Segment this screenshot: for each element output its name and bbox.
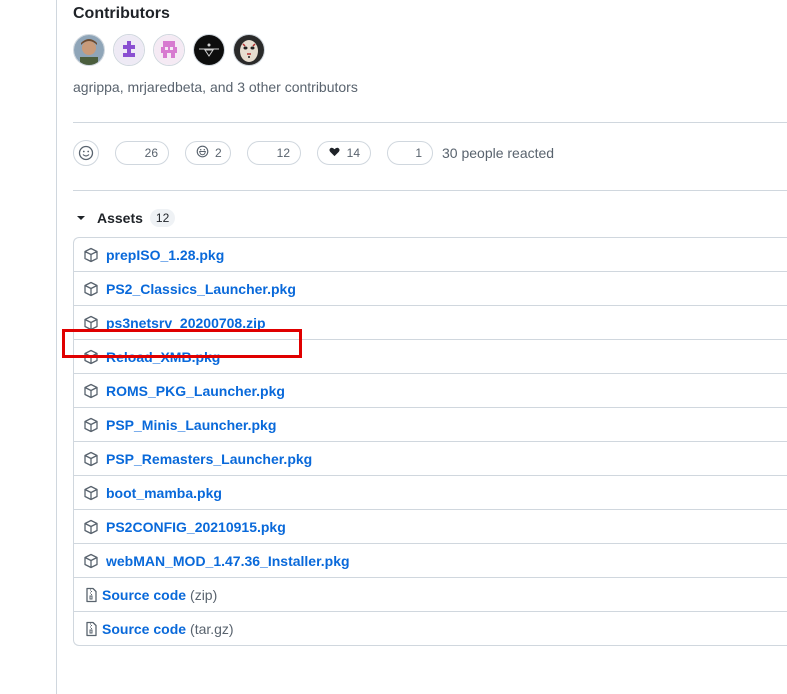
package-icon bbox=[83, 383, 99, 399]
reaction-thumbs-up-button[interactable]: 26 bbox=[115, 141, 169, 165]
smile-icon bbox=[196, 145, 209, 161]
section-divider bbox=[73, 190, 787, 191]
assets-list: prepISO_1.28.pkg PS2_Classics_Launcher.p… bbox=[73, 237, 787, 646]
source-format-targz: (tar.gz) bbox=[190, 620, 234, 637]
package-icon bbox=[83, 281, 99, 297]
file-zip-icon bbox=[83, 621, 99, 637]
asset-link[interactable]: ROMS_PKG_Launcher.pkg bbox=[106, 383, 285, 399]
source-code-targz-row[interactable]: Source code (tar.gz) bbox=[74, 611, 787, 645]
asset-row[interactable]: ps3netsrv_20200708.zip bbox=[74, 305, 787, 339]
smiley-icon bbox=[78, 145, 94, 161]
caret-down-icon bbox=[77, 216, 85, 220]
asset-link[interactable]: Reload_XMB.pkg bbox=[106, 349, 220, 365]
add-reaction-button[interactable] bbox=[73, 140, 99, 166]
release-content: Contributors agrippa, mrjaredbeta, and 3… bbox=[73, 0, 787, 646]
asset-link[interactable]: ps3netsrv_20200708.zip bbox=[106, 315, 266, 331]
avatar-mrjaredbeta[interactable] bbox=[113, 34, 145, 66]
asset-row[interactable]: prepISO_1.28.pkg bbox=[74, 238, 787, 271]
package-icon bbox=[83, 519, 99, 535]
asset-row[interactable]: PS2CONFIG_20210915.pkg bbox=[74, 509, 787, 543]
avatar-contributor-5[interactable] bbox=[233, 34, 265, 66]
reaction-count: 12 bbox=[276, 146, 290, 160]
assets-heading: Assets bbox=[97, 210, 143, 226]
asset-link[interactable]: PS2CONFIG_20210915.pkg bbox=[106, 519, 286, 535]
asset-row[interactable]: Reload_XMB.pkg bbox=[74, 339, 787, 373]
source-format-zip: (zip) bbox=[190, 586, 218, 603]
asset-row[interactable]: PS2_Classics_Launcher.pkg bbox=[74, 271, 787, 305]
asset-row[interactable]: webMAN_MOD_1.47.36_Installer.pkg bbox=[74, 543, 787, 577]
reaction-count: 1 bbox=[415, 146, 422, 160]
reactions-bar: 26 2 12 14 1 30 people reacted bbox=[73, 140, 787, 166]
reaction-rocket-button[interactable]: 1 bbox=[387, 141, 433, 165]
reaction-tada-button[interactable]: 12 bbox=[247, 141, 301, 165]
package-icon bbox=[83, 553, 99, 569]
source-code-link[interactable]: Source code bbox=[102, 587, 186, 603]
package-icon bbox=[83, 417, 99, 433]
asset-row[interactable]: boot_mamba.pkg bbox=[74, 475, 787, 509]
asset-link[interactable]: PS2_Classics_Launcher.pkg bbox=[106, 281, 296, 297]
reactions-summary: 30 people reacted bbox=[442, 145, 555, 161]
reaction-smile-button[interactable]: 2 bbox=[185, 141, 231, 165]
contributors-summary: agrippa, mrjaredbeta, and 3 other contri… bbox=[73, 79, 358, 95]
package-icon bbox=[83, 247, 99, 263]
asset-row[interactable]: PSP_Remasters_Launcher.pkg bbox=[74, 441, 787, 475]
asset-link[interactable]: prepISO_1.28.pkg bbox=[106, 247, 224, 263]
asset-link[interactable]: PSP_Minis_Launcher.pkg bbox=[106, 417, 276, 433]
package-icon bbox=[83, 315, 99, 331]
assets-toggle[interactable]: Assets 12 bbox=[73, 208, 787, 228]
avatar-agrippa[interactable] bbox=[73, 34, 105, 66]
reaction-count: 2 bbox=[215, 146, 222, 160]
asset-row[interactable]: PSP_Minis_Launcher.pkg bbox=[74, 407, 787, 441]
reaction-count: 14 bbox=[346, 146, 360, 160]
package-icon bbox=[83, 349, 99, 365]
left-margin-rule bbox=[0, 0, 57, 694]
asset-row[interactable]: ROMS_PKG_Launcher.pkg bbox=[74, 373, 787, 407]
avatar-contributor-3[interactable] bbox=[153, 34, 185, 66]
contributors-heading: Contributors bbox=[73, 5, 170, 22]
file-zip-icon bbox=[83, 587, 99, 603]
section-divider bbox=[73, 122, 787, 123]
package-icon bbox=[83, 485, 99, 501]
asset-link[interactable]: webMAN_MOD_1.47.36_Installer.pkg bbox=[106, 553, 350, 569]
avatar-contributor-4[interactable] bbox=[193, 34, 225, 66]
source-code-link[interactable]: Source code bbox=[102, 621, 186, 637]
heart-icon bbox=[328, 146, 341, 160]
source-code-zip-row[interactable]: Source code (zip) bbox=[74, 577, 787, 611]
reaction-heart-button[interactable]: 14 bbox=[317, 141, 371, 165]
asset-link[interactable]: PSP_Remasters_Launcher.pkg bbox=[106, 451, 312, 467]
asset-link[interactable]: boot_mamba.pkg bbox=[106, 485, 222, 501]
reaction-count: 26 bbox=[144, 146, 158, 160]
assets-count-badge: 12 bbox=[149, 209, 176, 227]
package-icon bbox=[83, 451, 99, 467]
contributors-avatars bbox=[73, 34, 787, 66]
